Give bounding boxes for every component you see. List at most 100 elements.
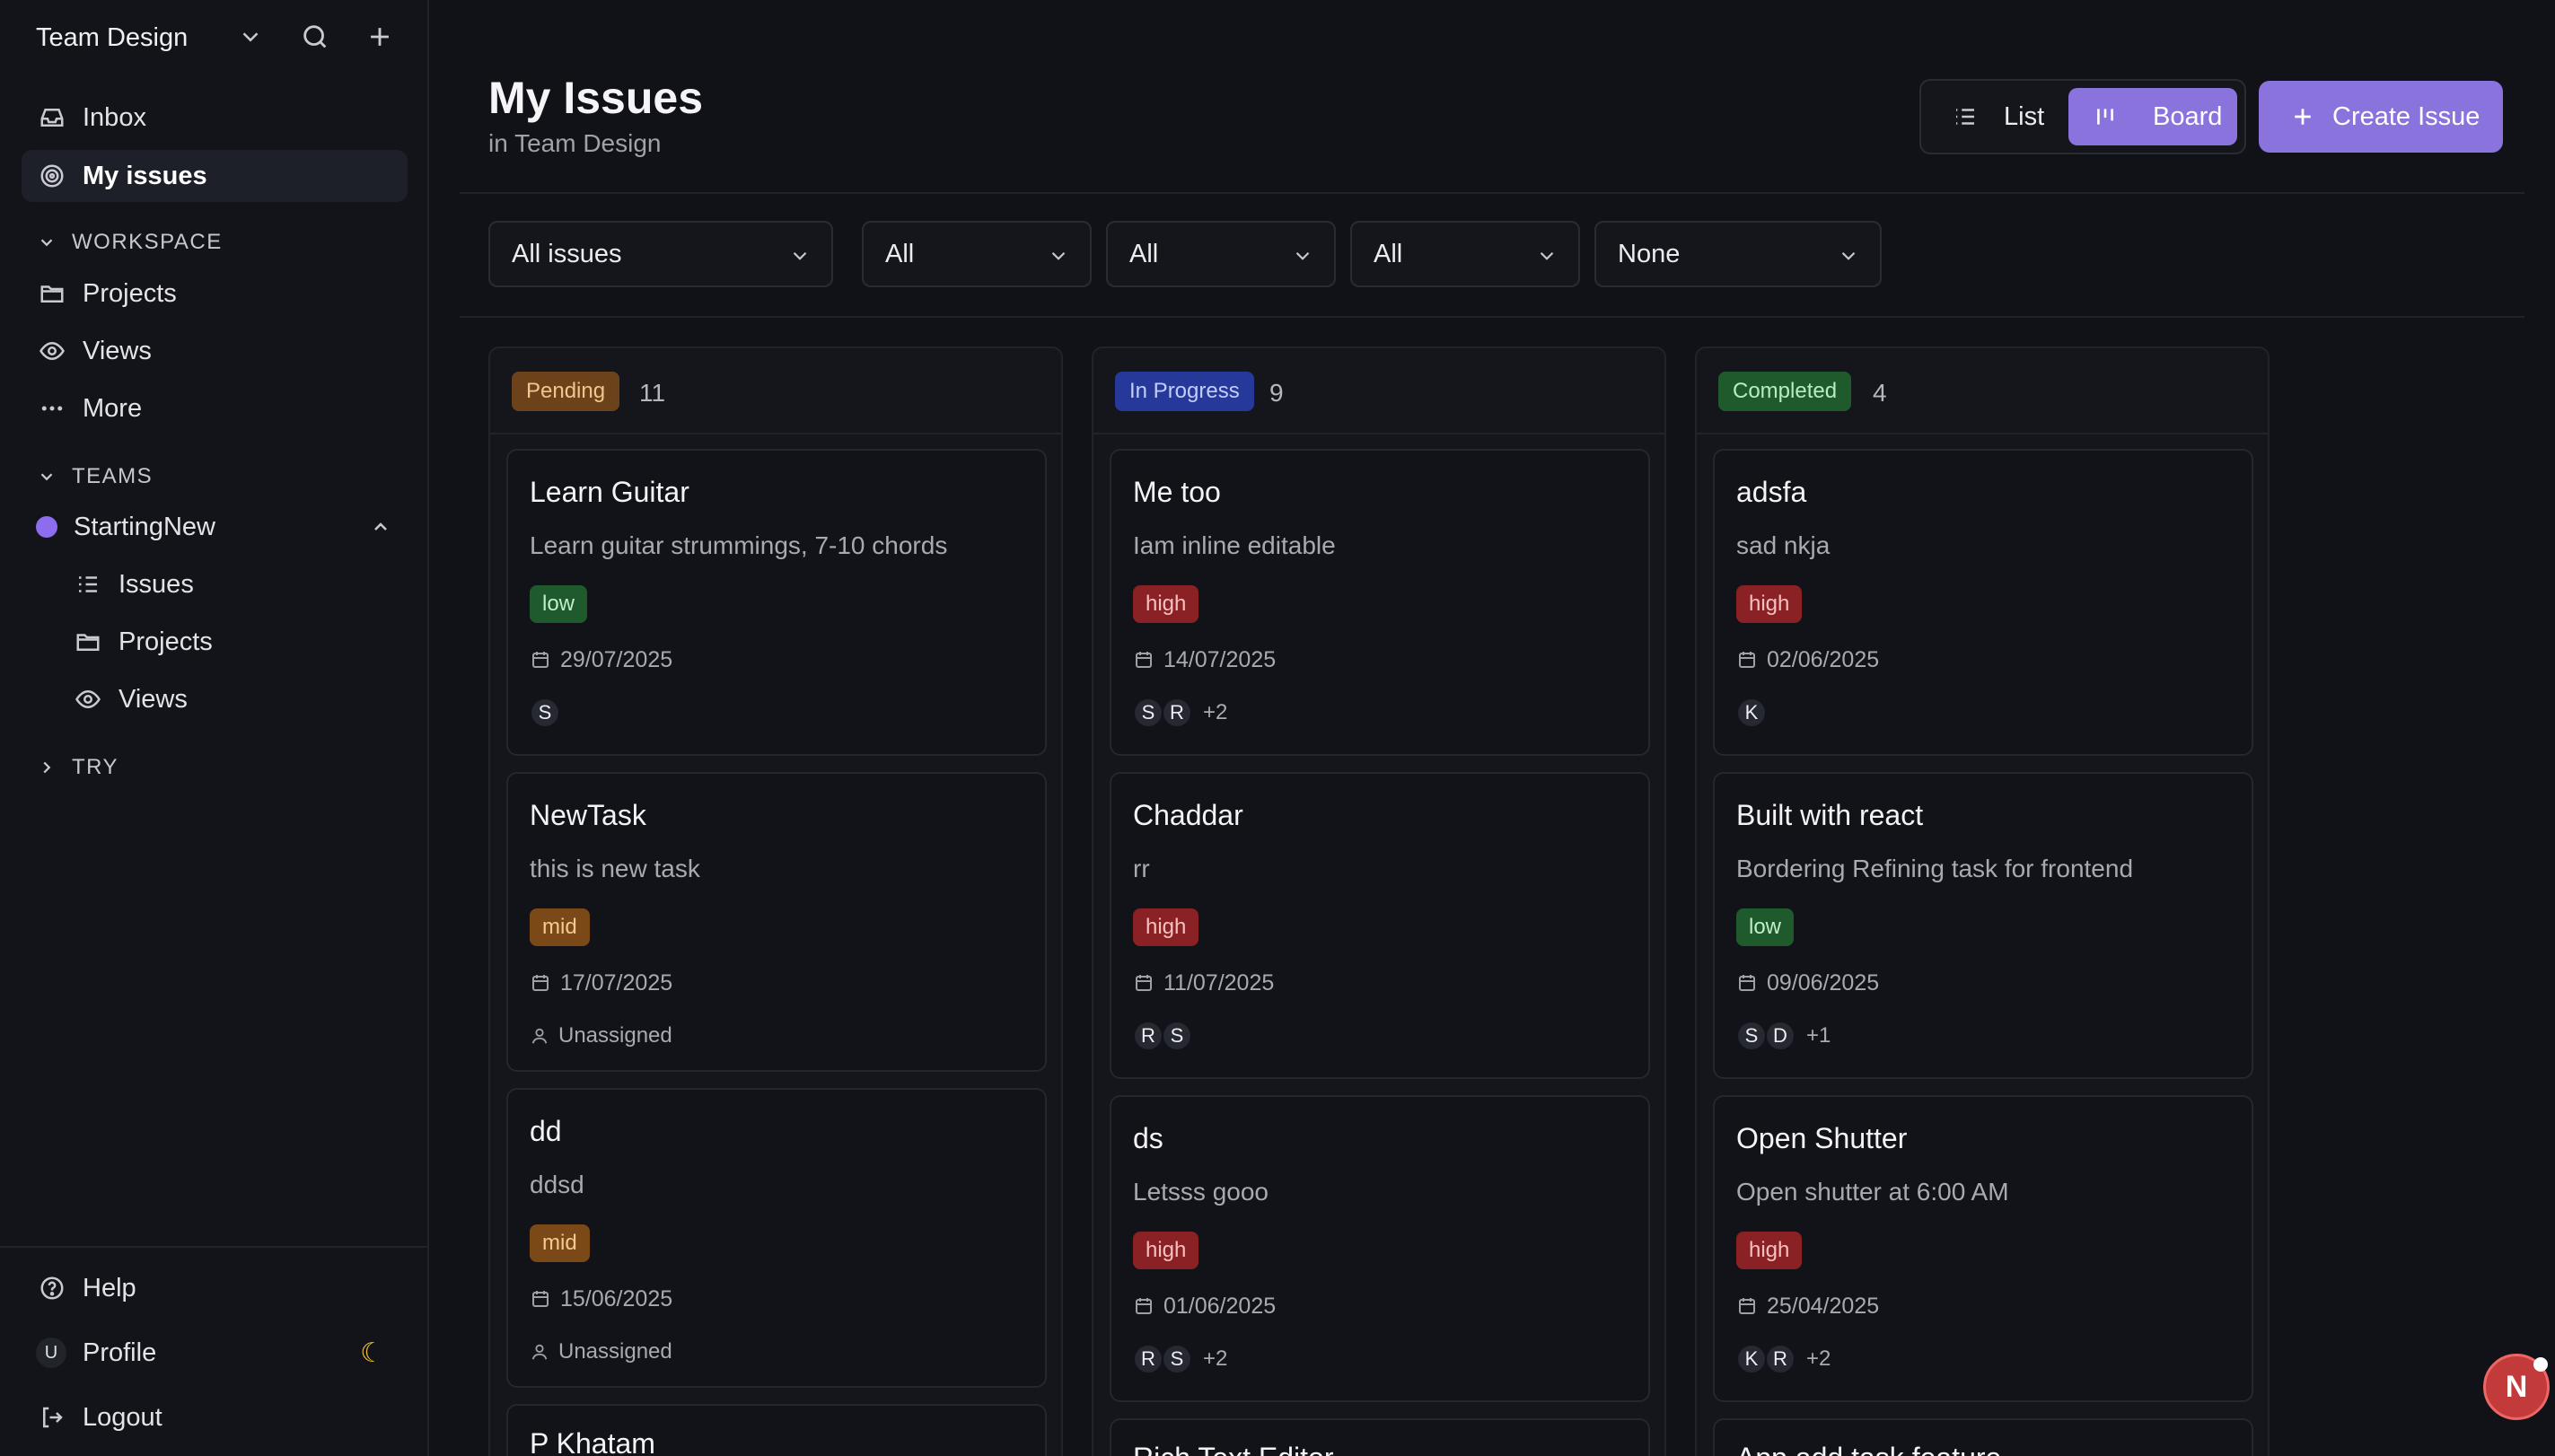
nav-more[interactable]: More (22, 382, 408, 434)
list-icon (1952, 103, 1979, 130)
chevron-down-icon (1535, 244, 1558, 268)
sidebar-footer: Help U Profile ☾ Logout (0, 1246, 427, 1432)
status-badge: Completed (1718, 372, 1852, 411)
chevron-down-icon (1291, 244, 1314, 268)
issue-card[interactable]: Learn Guitar Learn guitar strummings, 7-… (506, 449, 1047, 756)
team-color-dot (36, 516, 57, 538)
card-description: Letsss gooo (1133, 1178, 1269, 1206)
calendar-icon (530, 972, 551, 994)
nav-my-issues[interactable]: My issues (22, 150, 408, 202)
issue-card[interactable]: Me too Iam inline editable high 14/07/20… (1110, 449, 1650, 756)
column-count: 11 (639, 379, 666, 407)
card-title: Rich Text Editor (1133, 1442, 1334, 1456)
chevron-down-icon (36, 466, 57, 487)
calendar-icon (530, 649, 551, 671)
filter-value: All (885, 239, 915, 268)
status-badge: In Progress (1115, 372, 1254, 411)
assignee-list: K R +2 (1736, 1343, 1831, 1375)
nav-help[interactable]: Help (22, 1262, 408, 1314)
chevron-up-icon[interactable] (370, 516, 391, 538)
workspace-section-toggle[interactable]: WORKSPACE (36, 224, 223, 260)
user-icon (530, 1342, 549, 1362)
logout-icon (36, 1401, 68, 1434)
moon-icon[interactable]: ☾ (360, 1338, 384, 1369)
chevron-right-icon (36, 757, 57, 778)
calendar-icon (530, 1288, 551, 1310)
due-date: 17/07/2025 (530, 969, 672, 996)
filter-value: None (1618, 239, 1681, 268)
due-date-text: 11/07/2025 (1163, 969, 1275, 996)
priority-badge: high (1736, 585, 1803, 623)
issue-card[interactable]: Rich Text Editor (1110, 1418, 1650, 1456)
filters-divider (460, 316, 2524, 318)
try-section-toggle[interactable]: TRY (36, 750, 119, 785)
assignee-avatar: K (1736, 1344, 1767, 1374)
avatar: U (36, 1338, 66, 1368)
column-header: Pending 11 (490, 348, 1061, 434)
issue-card[interactable]: Open Shutter Open shutter at 6:00 AM hig… (1713, 1095, 2253, 1402)
nav-label: Projects (119, 627, 213, 656)
issue-card[interactable]: Chaddar rr high 11/07/2025 R S (1110, 772, 1650, 1079)
issue-card[interactable]: P Khatam (506, 1404, 1047, 1456)
chevron-down-icon (788, 244, 812, 268)
assignee-overflow: +2 (1203, 1346, 1228, 1371)
nav-profile[interactable]: U Profile ☾ (22, 1327, 408, 1379)
priority-badge: low (530, 585, 588, 623)
filter-grouping-select[interactable]: None (1594, 221, 1882, 287)
team-nav-issues[interactable]: Issues (57, 558, 408, 610)
due-date: 01/06/2025 (1133, 1293, 1276, 1320)
nav-logout[interactable]: Logout (22, 1391, 408, 1443)
assignee-list: S D +1 (1736, 1020, 1831, 1052)
section-label-workspace: WORKSPACE (72, 230, 223, 254)
chevron-down-icon[interactable] (237, 23, 264, 50)
page-subtitle: in Team Design (488, 129, 662, 157)
help-icon (36, 1272, 68, 1304)
filter-issues-select[interactable]: All issues (488, 221, 833, 287)
due-date: 09/06/2025 (1736, 969, 1879, 996)
more-icon (36, 392, 68, 425)
nav-views[interactable]: Views (22, 325, 408, 377)
issue-card[interactable]: NewTask this is new task mid 17/07/2025 … (506, 772, 1047, 1072)
nav-projects[interactable]: Projects (22, 268, 408, 320)
card-description: rr (1133, 855, 1150, 882)
issue-card[interactable]: dd ddsd mid 15/06/2025 Unassigned (506, 1088, 1047, 1388)
team-startingnew[interactable]: StartingNew (22, 501, 408, 553)
filter-value: All (1374, 239, 1403, 268)
plus-icon[interactable] (364, 22, 395, 52)
teams-section-toggle[interactable]: TEAMS (36, 459, 153, 495)
due-date: 11/07/2025 (1133, 969, 1274, 996)
issue-card[interactable]: ds Letsss gooo high 01/06/2025 R S +2 (1110, 1095, 1650, 1402)
issue-card[interactable]: App add task feature (1713, 1418, 2253, 1456)
status-badge: Pending (512, 372, 620, 411)
card-description: Learn guitar strummings, 7-10 chords (530, 531, 948, 559)
chevron-down-icon (1837, 244, 1860, 268)
card-title: ds (1133, 1122, 1163, 1154)
search-icon[interactable] (300, 22, 330, 52)
workspace-switcher[interactable]: Team Design (36, 18, 413, 57)
team-nav-views[interactable]: Views (57, 673, 408, 725)
filter-priority-select[interactable]: All (1106, 221, 1336, 287)
team-nav-projects[interactable]: Projects (57, 616, 408, 668)
due-date: 14/07/2025 (1133, 646, 1276, 673)
due-date: 02/06/2025 (1736, 646, 1879, 673)
filter-value: All issues (512, 239, 622, 268)
card-title: NewTask (530, 799, 646, 831)
create-issue-button[interactable]: Create Issue (2259, 81, 2503, 153)
calendar-icon (1133, 972, 1155, 994)
plus-icon (2289, 103, 2316, 130)
assignee-avatar: S (1162, 1021, 1192, 1051)
filter-assignee-select[interactable]: All (1350, 221, 1580, 287)
card-title: App add task feature (1736, 1442, 2001, 1456)
list-view-button[interactable]: List (1930, 88, 2074, 145)
card-title: dd (530, 1115, 562, 1147)
card-description: this is new task (530, 855, 700, 882)
board-view-button[interactable]: Board (2068, 88, 2237, 145)
assignee-avatar: S (530, 697, 560, 728)
issue-card[interactable]: Built with react Bordering Refining task… (1713, 772, 2253, 1079)
filter-status-select[interactable]: All (862, 221, 1092, 287)
calendar-icon (1736, 972, 1758, 994)
issue-card[interactable]: adsfa sad nkja high 02/06/2025 K (1713, 449, 2253, 756)
assignee-avatar: R (1162, 697, 1192, 728)
nav-inbox[interactable]: Inbox (22, 92, 408, 144)
team-name: StartingNew (74, 512, 215, 541)
